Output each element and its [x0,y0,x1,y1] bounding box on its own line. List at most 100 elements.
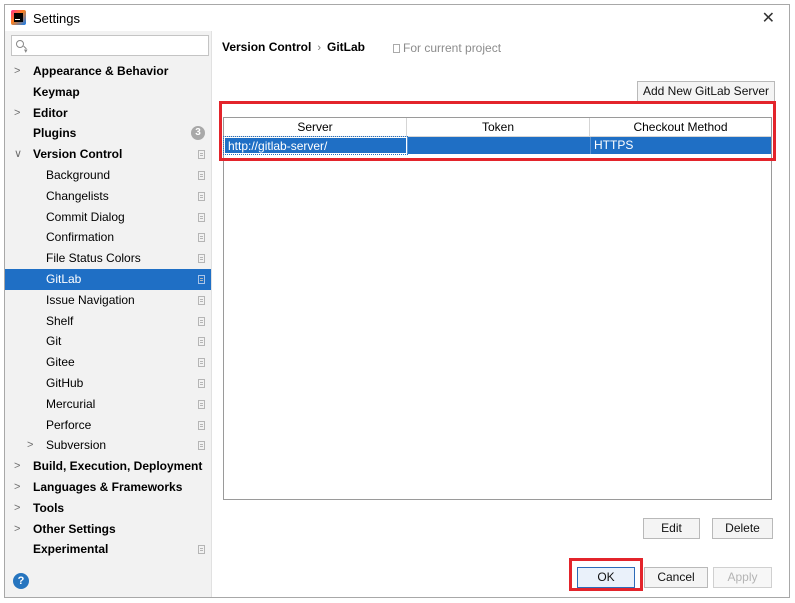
sidebar-item-subversion[interactable]: > Subversion [5,435,211,456]
sidebar-item-github[interactable]: GitHub [5,373,211,394]
sidebar-item-label: Perforce [46,417,92,432]
column-header-server[interactable]: Server [224,118,407,137]
breadcrumb-parent[interactable]: Version Control [222,40,311,54]
intellij-app-icon [11,10,26,25]
cell-checkout-method[interactable]: HTTPS [590,137,771,154]
apply-button: Apply [713,567,772,588]
sidebar-item-perforce[interactable]: Perforce [5,415,211,436]
sidebar-item-gitlab[interactable]: GitLab [5,268,211,290]
breadcrumb-separator: › [317,42,322,54]
sidebar-item-version-control[interactable]: ∨ Version Control [5,144,211,165]
sidebar-item-label: Git [46,334,62,349]
sidebar-item-label: Editor [33,105,68,120]
project-scope-icon [198,378,205,388]
project-scope-label: For current project [393,41,501,55]
sidebar-item-plugins[interactable]: Plugins 3 [5,123,211,144]
help-icon[interactable]: ? [13,573,29,589]
settings-window: Settings ✕ ▾ > Appearance & Behavior Keyma… [4,4,790,598]
project-scope-icon [198,170,205,180]
sidebar-item-label: Issue Navigation [46,292,135,307]
table-row[interactable]: http://gitlab-server/ HTTPS [223,136,771,155]
sidebar-item-label: Shelf [46,313,74,328]
project-scope-icon [198,420,205,430]
project-scope-icon [198,274,205,284]
sidebar-item-label: Confirmation [46,230,115,245]
chevron-right-icon[interactable]: > [14,61,20,82]
cancel-button[interactable]: Cancel [644,567,708,588]
project-scope-icon [198,441,205,451]
title-bar: Settings ✕ [5,5,789,31]
sidebar-item-keymap[interactable]: Keymap [5,82,211,103]
column-header-checkout-method[interactable]: Checkout Method [590,118,771,137]
cell-token[interactable] [407,137,590,154]
sidebar-item-label: Background [46,167,111,182]
ok-button[interactable]: OK [577,567,635,588]
sidebar-item-other-settings[interactable]: > Other Settings [5,519,211,540]
sidebar-item-label: Tools [33,500,65,515]
sidebar-item-label: Languages & Frameworks [33,479,183,494]
sidebar-item-label: Appearance & Behavior [33,64,169,78]
project-scope-icon [198,399,205,409]
sidebar-item-label: Version Control [33,147,123,162]
sidebar-item-label: File Status Colors [46,251,141,266]
project-scope-icon [198,212,205,222]
sidebar-item-experimental[interactable]: Experimental [5,539,211,560]
sidebar-item-shelf[interactable]: Shelf [5,311,211,332]
gitlab-settings-panel: Version Control › GitLab For current proje… [213,31,789,597]
edit-button[interactable]: Edit [643,518,700,539]
project-scope-icon [198,295,205,305]
sidebar-item-background[interactable]: Background [5,165,211,186]
column-header-token[interactable]: Token [407,118,590,137]
sidebar-item-label: Subversion [46,438,107,453]
chevron-right-icon[interactable]: > [27,435,33,456]
sidebar-item-label: GitHub [46,375,84,390]
sidebar-item-tools[interactable]: > Tools [5,498,211,519]
settings-search-input[interactable]: ▾ [11,35,209,56]
cell-server[interactable]: http://gitlab-server/ [223,136,408,155]
sidebar-item-label: Experimental [33,542,109,557]
chevron-right-icon[interactable]: > [14,477,20,498]
sidebar-item-issue-navigation[interactable]: Issue Navigation [5,290,211,311]
breadcrumb: Version Control › GitLab [222,40,365,54]
delete-button[interactable]: Delete [712,518,773,539]
sidebar-item-file-status-colors[interactable]: File Status Colors [5,248,211,269]
sidebar-item-label: GitLab [46,271,82,286]
project-scope-icon [198,358,205,368]
project-scope-icon [198,337,205,347]
gitlab-servers-table: Server Token Checkout Method http://gitl… [223,117,772,500]
project-scope-icon [198,150,205,160]
project-scope-icon [198,316,205,326]
sidebar-item-label: Mercurial [46,396,96,411]
project-scope-icon [198,254,205,264]
sidebar-item-appearance-and-behavior[interactable]: > Appearance & Behavior [5,61,211,82]
sidebar-item-mercurial[interactable]: Mercurial [5,394,211,415]
sidebar-item-editor[interactable]: > Editor [5,103,211,124]
project-scope-text: For current project [403,41,502,55]
sidebar-item-label: Commit Dialog [46,209,125,224]
sidebar-item-label: Plugins [33,126,77,141]
chevron-down-icon[interactable]: ∨ [14,144,22,165]
add-gitlab-server-button[interactable]: Add New GitLab Server [637,81,775,102]
sidebar-item-commit-dialog[interactable]: Commit Dialog [5,207,211,228]
chevron-right-icon[interactable]: > [14,498,20,519]
sidebar-item-label: Changelists [46,188,109,203]
search-icon: ▾ [15,38,29,55]
sidebar-item-git[interactable]: Git [5,331,211,352]
settings-sidebar: ▾ > Appearance & Behavior Keymap > Editor Plu… [5,31,212,597]
plugin-updates-badge: 3 [191,126,205,141]
sidebar-item-label: Keymap [33,84,80,99]
chevron-right-icon[interactable]: > [14,103,20,124]
sidebar-item-languages-and-frameworks[interactable]: > Languages & Frameworks [5,477,211,498]
sidebar-item-changelists[interactable]: Changelists [5,186,211,207]
close-icon[interactable]: ✕ [762,8,775,28]
breadcrumb-current: GitLab [327,40,366,54]
project-scope-icon [198,191,205,201]
sidebar-item-confirmation[interactable]: Confirmation [5,227,211,248]
table-header: Server Token Checkout Method [224,118,771,137]
project-scope-icon [198,233,205,243]
sidebar-item-gitee[interactable]: Gitee [5,352,211,373]
chevron-right-icon[interactable]: > [14,519,20,540]
sidebar-item-build-execution-deployment[interactable]: > Build, Execution, Deployment [5,456,211,477]
window-title: Settings [33,11,80,26]
chevron-right-icon[interactable]: > [14,456,20,477]
